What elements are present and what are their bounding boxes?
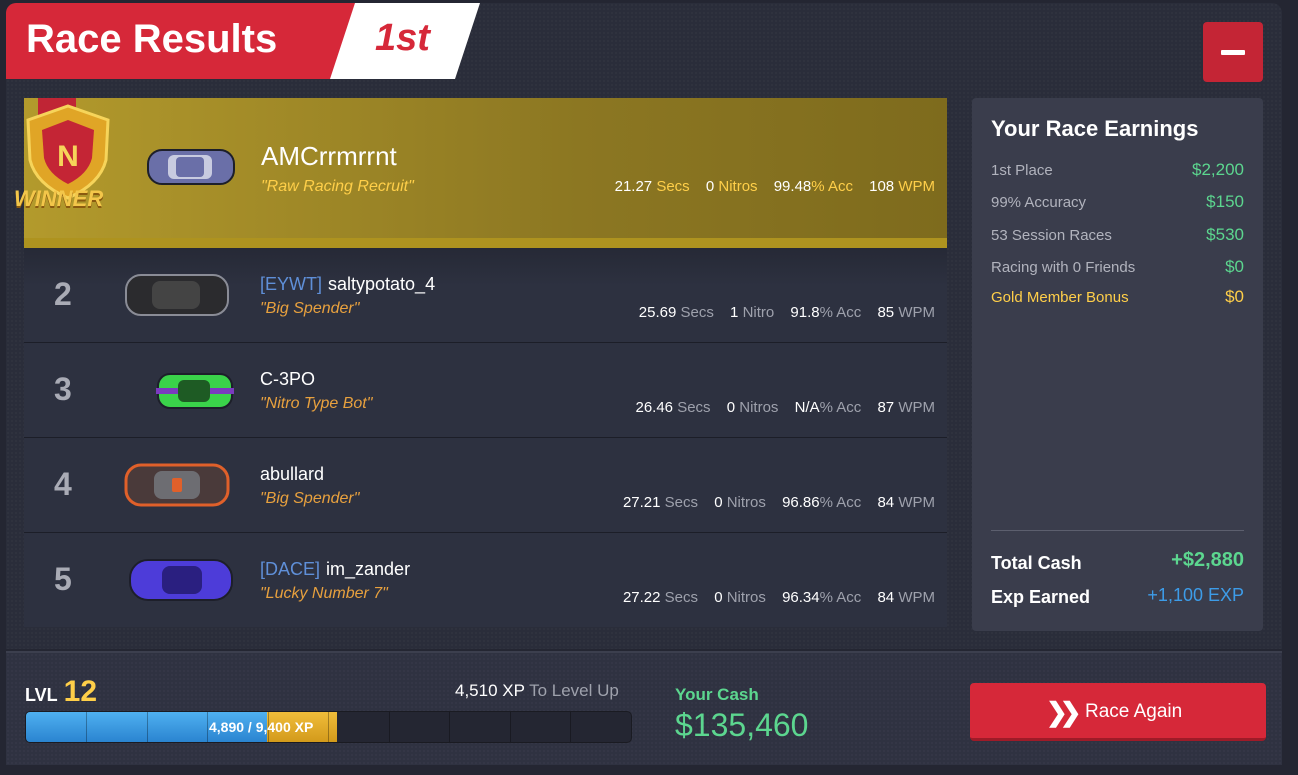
divider bbox=[991, 530, 1244, 531]
player-title: "Big Spender" bbox=[260, 490, 360, 507]
player-title: "Nitro Type Bot" bbox=[260, 395, 373, 412]
exp-earned: Exp Earned +1,100 EXP bbox=[991, 585, 1244, 607]
team-tag: [EYWT] bbox=[260, 274, 322, 294]
earnings-title: Your Race Earnings bbox=[991, 116, 1199, 141]
race-stats: 27.22 Secs 0 Nitros 96.34% Acc 84 WPM bbox=[622, 589, 935, 606]
result-row: 3 C-3PO "Nitro Type Bot" 26.46 Secs 0 Ni… bbox=[24, 343, 947, 438]
player-name[interactable]: [DACE] im_zander bbox=[260, 559, 410, 580]
earning-row: 1st Place $2,200 bbox=[991, 160, 1244, 179]
earning-row: 99% Accuracy $150 bbox=[991, 192, 1244, 211]
title-tab: Race Results bbox=[6, 3, 358, 79]
race-again-button[interactable]: ❯❯ Race Again bbox=[970, 683, 1266, 741]
car-icon bbox=[156, 371, 234, 411]
earning-row: Racing with 0 Friends $0 bbox=[991, 257, 1244, 276]
svg-text:N: N bbox=[57, 140, 79, 173]
cash-label: Your Cash bbox=[675, 685, 759, 704]
earning-row: 53 Session Races $530 bbox=[991, 225, 1244, 244]
xp-text: 4,890 / 9,400 XP bbox=[209, 719, 314, 735]
level-display: LVL 12 bbox=[25, 675, 98, 708]
result-row: 2 [EYWT] saltypotato_4 "Big Spender" 25.6… bbox=[24, 248, 947, 343]
car-icon bbox=[146, 146, 236, 188]
player-title: "Lucky Number 7" bbox=[260, 585, 388, 602]
position-number: 5 bbox=[54, 561, 72, 597]
result-row-winner: AMCrrmrrnt "Raw Racing Recruit" 21.27 Se… bbox=[24, 98, 947, 248]
place-label: 1st bbox=[375, 17, 430, 59]
xp-progress-bar: 4,890 / 9,400 XP bbox=[25, 711, 632, 743]
cash-value: $135,460 bbox=[675, 707, 809, 743]
position-number: 2 bbox=[54, 276, 72, 312]
minimize-button[interactable] bbox=[1203, 22, 1263, 82]
total-cash: Total Cash +$2,880 bbox=[991, 549, 1244, 573]
result-row: 5 [DACE] im_zander "Lucky Number 7" 27.22… bbox=[24, 533, 947, 627]
position-number: 4 bbox=[54, 466, 72, 502]
race-again-label: Race Again bbox=[1085, 701, 1183, 722]
winner-badge-icon: N WINNER bbox=[10, 98, 126, 216]
player-title: "Big Spender" bbox=[260, 300, 360, 317]
result-row: 4 abullard "Big Spender" 27.21 Secs 0 Ni… bbox=[24, 438, 947, 533]
car-icon bbox=[124, 462, 230, 508]
race-stats: 27.21 Secs 0 Nitros 96.86% Acc 84 WPM bbox=[622, 494, 935, 511]
double-chevron-right-icon: ❯❯ bbox=[1046, 697, 1081, 727]
player-name[interactable]: C-3PO bbox=[260, 369, 315, 390]
player-title: "Raw Racing Recruit" bbox=[261, 178, 414, 195]
status-footer: LVL 12 4,510 XP To Level Up 4,890 / 9,400… bbox=[6, 651, 1282, 765]
player-name[interactable]: abullard bbox=[260, 464, 324, 485]
team-tag: [DACE] bbox=[260, 559, 321, 579]
winner-underline bbox=[24, 238, 947, 248]
earnings-panel: Your Race Earnings 1st Place $2,200 99% A… bbox=[972, 98, 1263, 631]
position-number: 3 bbox=[54, 371, 72, 407]
xp-to-level: 4,510 XP To Level Up bbox=[455, 681, 619, 700]
earning-row-gold-bonus: Gold Member Bonus $0 bbox=[991, 287, 1244, 306]
car-icon bbox=[124, 272, 230, 318]
page-title: Race Results bbox=[26, 17, 278, 61]
winner-label: WINNER bbox=[14, 186, 104, 211]
car-icon bbox=[128, 557, 234, 603]
player-name[interactable]: [EYWT] saltypotato_4 bbox=[260, 274, 435, 295]
player-name[interactable]: AMCrrmrrnt bbox=[261, 141, 397, 172]
race-stats: 25.69 Secs 1 Nitro 91.8% Acc 85 WPM bbox=[638, 304, 935, 321]
race-stats: 21.27 Secs 0 Nitros 99.48% Acc 108 WPM bbox=[614, 178, 935, 195]
results-list: AMCrrmrrnt "Raw Racing Recruit" 21.27 Se… bbox=[24, 98, 947, 627]
race-stats: 26.46 Secs 0 Nitros N/A% Acc 87 WPM bbox=[635, 399, 935, 416]
